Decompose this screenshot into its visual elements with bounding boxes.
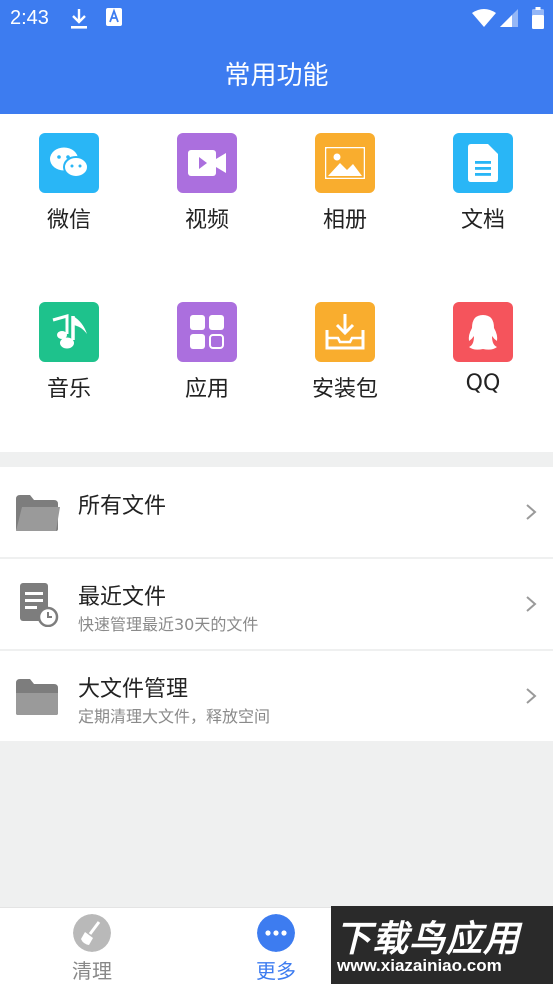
image-icon [315, 133, 375, 193]
status-time: 2:43 [10, 7, 49, 29]
chevron-right-icon [526, 688, 537, 704]
tile-label: QQ [465, 371, 501, 396]
status-bar: 2:43 [0, 0, 553, 38]
tile-install-package[interactable]: 安装包 [276, 283, 414, 403]
nav-item-more[interactable]: 更多 [216, 908, 336, 984]
wechat-icon [39, 133, 99, 193]
tile-album[interactable]: 相册 [276, 114, 414, 234]
music-icon [39, 302, 99, 362]
watermark-title: 下载鸟应用 [335, 919, 521, 960]
download-icon [71, 9, 87, 29]
row-subtitle: 定期清理大文件，释放空间 [78, 707, 271, 726]
font-icon [106, 8, 122, 26]
recent-file-icon [20, 583, 59, 627]
wifi-icon [472, 9, 496, 27]
apps-icon [177, 302, 237, 362]
list-item-recent-files[interactable]: 最近文件 快速管理最近30天的文件 [0, 559, 553, 649]
nav-label: 清理 [72, 959, 112, 983]
qq-icon [453, 302, 513, 362]
video-icon [177, 133, 237, 193]
tile-label: 视频 [184, 208, 229, 233]
tile-label: 安装包 [311, 377, 378, 402]
function-grid: 微信 视频 相册 文档 音乐 应用 安装包 QQ [0, 114, 553, 452]
battery-icon [532, 7, 544, 29]
tile-label: 应用 [184, 377, 229, 402]
tile-apps[interactable]: 应用 [138, 283, 276, 403]
list-item-large-files[interactable]: 大文件管理 定期清理大文件，释放空间 [0, 651, 553, 741]
install-package-icon [315, 302, 375, 362]
tile-document[interactable]: 文档 [414, 114, 552, 234]
broom-icon [73, 914, 111, 952]
watermark-url: www.xiazainiao.com [337, 956, 502, 975]
more-icon [257, 914, 295, 952]
folder-icon [16, 679, 58, 715]
tile-qq[interactable]: QQ [414, 283, 552, 403]
list-item-all-files[interactable]: 所有文件 [0, 467, 553, 557]
row-title: 大文件管理 [78, 677, 189, 702]
row-subtitle: 快速管理最近30天的文件 [78, 615, 259, 634]
watermark-logo: 下载鸟应用 www.xiazainiao.com [331, 906, 553, 984]
folder-icon [16, 495, 60, 531]
nav-item-clean[interactable]: 清理 [32, 908, 152, 984]
signal-icon [500, 9, 518, 27]
document-icon [453, 133, 513, 193]
tile-video[interactable]: 视频 [138, 114, 276, 234]
row-title: 所有文件 [78, 494, 167, 519]
chevron-right-icon [526, 596, 537, 612]
tile-music[interactable]: 音乐 [0, 283, 138, 403]
tile-label: 相册 [322, 208, 367, 233]
tile-label: 音乐 [46, 377, 91, 402]
tile-wechat[interactable]: 微信 [0, 114, 138, 234]
page-title: 常用功能 [224, 61, 329, 91]
app-header: 常用功能 [0, 38, 553, 114]
chevron-right-icon [526, 504, 537, 520]
tile-label: 微信 [46, 208, 91, 233]
row-title: 最近文件 [78, 585, 167, 610]
tile-label: 文档 [460, 208, 505, 233]
nav-label: 更多 [256, 959, 296, 983]
